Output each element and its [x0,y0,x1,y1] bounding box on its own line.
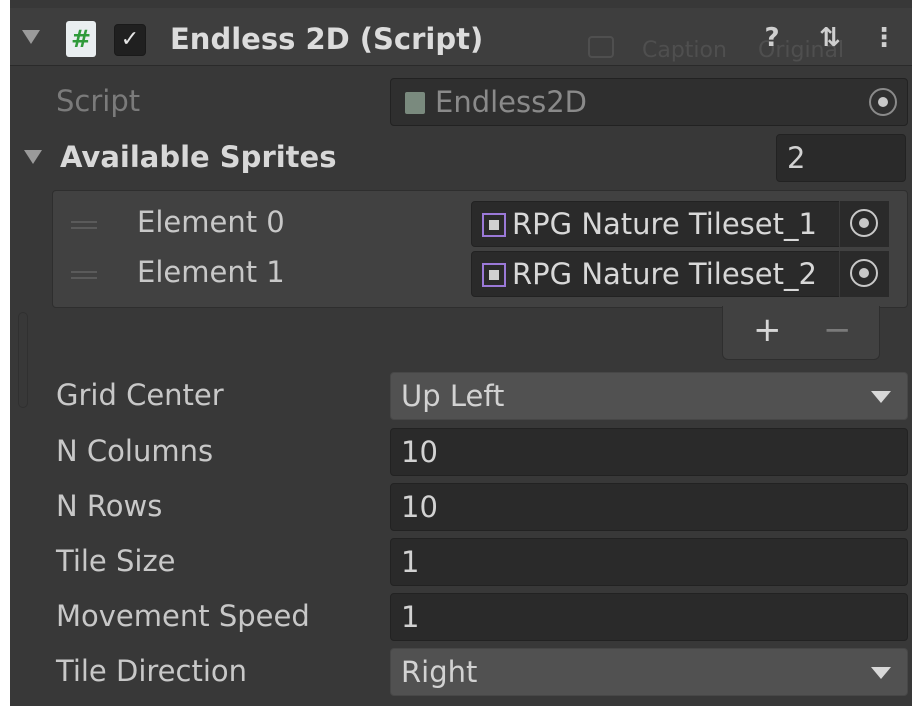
object-picker-icon[interactable] [850,209,878,237]
list-item-label: Element 1 [137,255,285,289]
available-sprites-foldout-arrow-icon[interactable] [24,150,42,164]
grid-center-label: Grid Center [56,378,224,412]
script-file-icon [405,92,425,114]
tile-direction-value: Right [401,655,478,689]
component-foldout-arrow-icon[interactable] [22,30,40,44]
sprite-icon [482,213,506,237]
sprite-object-value: RPG Nature Tileset_1 [512,207,817,241]
script-field-value: Endless2D [435,85,588,119]
list-add-remove-footer: + − [722,306,880,360]
object-picker-icon[interactable] [850,259,878,287]
tile-direction-label: Tile Direction [56,654,248,688]
n-columns-field[interactable]: 10 [390,428,908,476]
available-sprites-label[interactable]: Available Sprites [60,140,336,174]
dropdown-arrow-icon [871,391,891,403]
dropdown-arrow-icon [871,667,891,679]
sprite-object-field[interactable]: RPG Nature Tileset_1 [471,201,889,247]
movement-speed-field[interactable]: 1 [390,593,908,641]
grid-center-dropdown[interactable]: Up Left [390,372,908,420]
sprite-icon [482,263,506,287]
drag-handle-icon[interactable] [71,221,97,229]
script-label: Script [56,84,141,118]
available-sprites-size-field[interactable]: 2 [776,134,906,182]
n-rows-field[interactable]: 10 [390,483,908,531]
script-field[interactable]: Endless2D [390,78,908,126]
object-picker-icon[interactable] [869,88,897,116]
sprite-picker-button[interactable] [839,251,889,297]
csharp-script-icon: # [66,21,96,57]
inspector-panel: # ✓ Endless 2D (Script) Caption Original… [10,0,912,706]
presets-icon[interactable]: ⇅ [814,22,846,54]
movement-speed-label: Movement Speed [56,599,310,633]
sprite-picker-button[interactable] [839,201,889,247]
n-columns-label: N Columns [56,434,214,468]
component-title: Endless 2D (Script) [170,22,484,56]
help-icon[interactable]: ? [756,22,788,54]
faded-caption-text: Caption [642,38,727,63]
component-enabled-checkbox[interactable]: ✓ [114,24,146,56]
tile-size-label: Tile Size [56,544,176,578]
n-rows-label: N Rows [56,489,163,523]
kebab-menu-icon[interactable]: ⋮ [868,22,900,54]
remove-element-button[interactable]: − [823,310,852,350]
grid-center-value: Up Left [401,379,505,413]
sprite-object-value: RPG Nature Tileset_2 [512,257,817,291]
comment-icon [588,36,614,58]
scrollbar-track[interactable] [18,312,28,408]
tile-direction-dropdown[interactable]: Right [390,648,908,696]
tile-size-field[interactable]: 1 [390,538,908,586]
list-item-label: Element 0 [137,205,285,239]
sprite-object-field[interactable]: RPG Nature Tileset_2 [471,251,889,297]
available-sprites-list: Element 0 RPG Nature Tileset_1 Element 1… [52,190,908,308]
component-header[interactable]: # ✓ Endless 2D (Script) Caption Original… [10,8,912,66]
add-element-button[interactable]: + [753,310,782,350]
drag-handle-icon[interactable] [71,271,97,279]
